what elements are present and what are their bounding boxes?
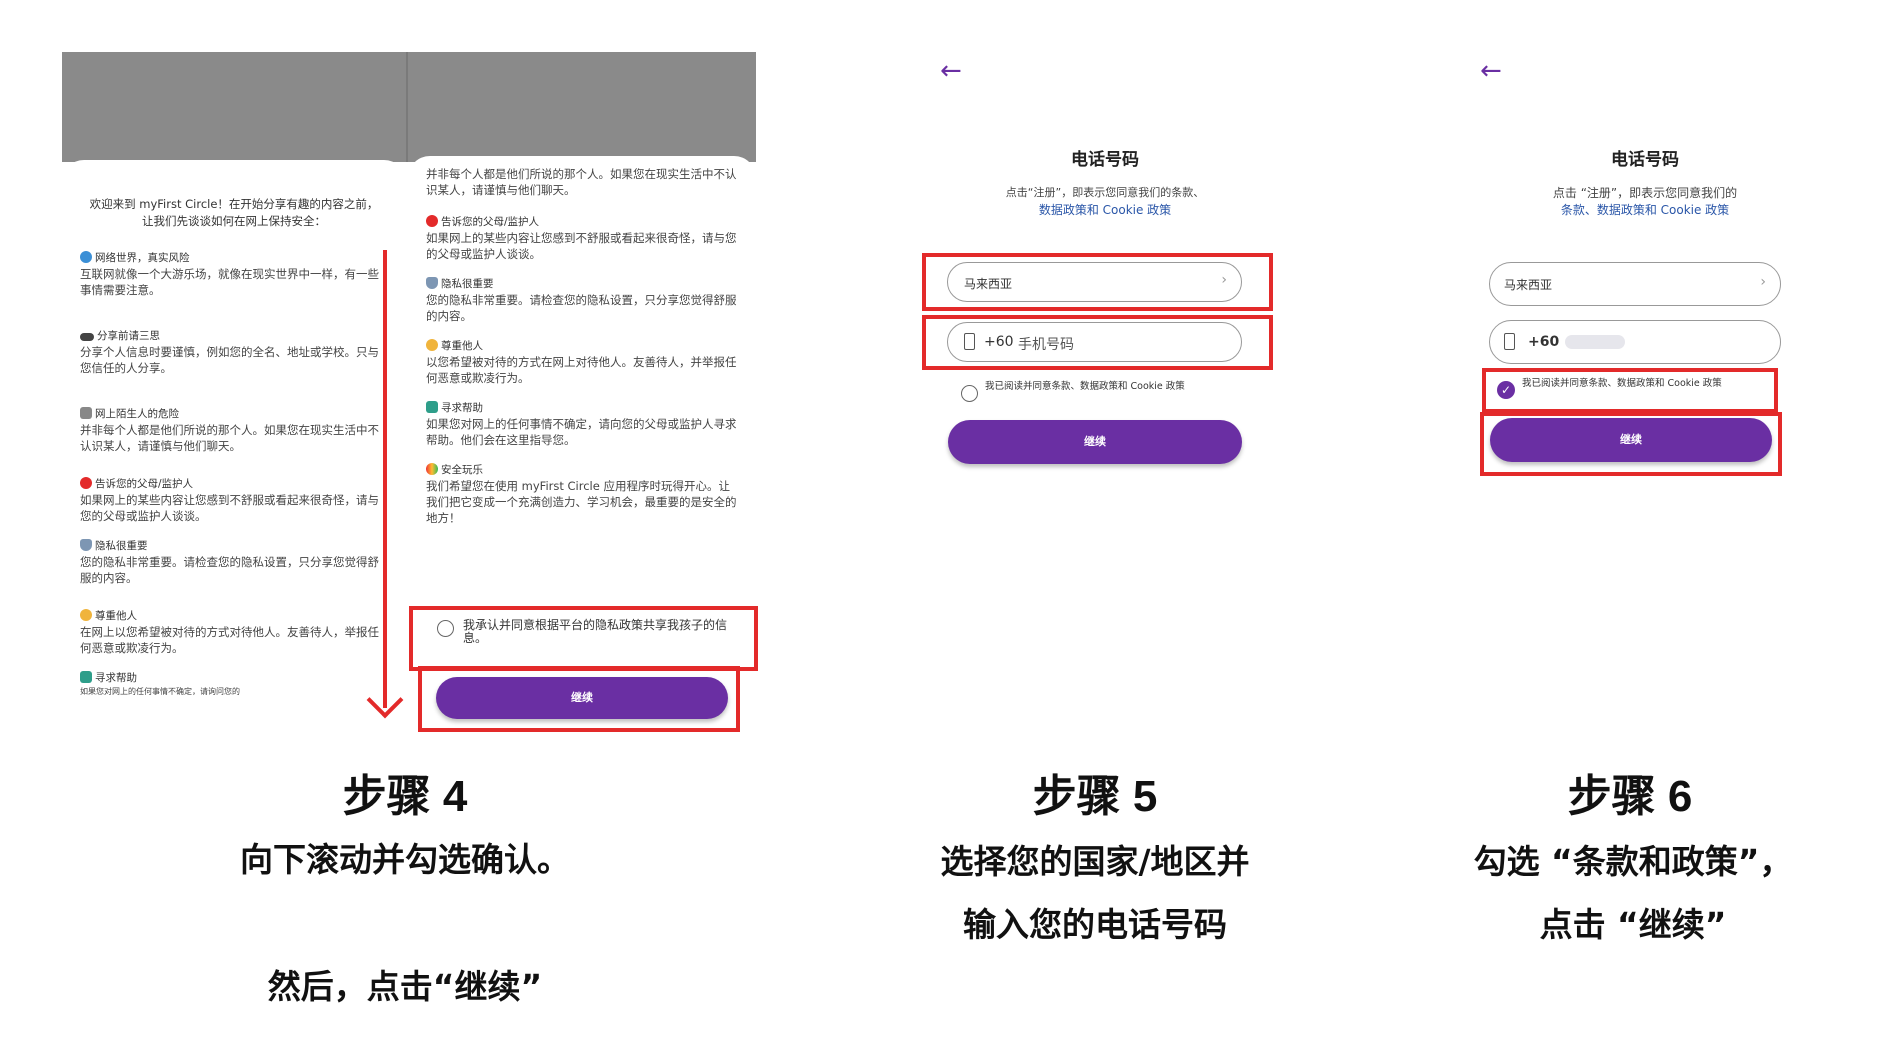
section-heading: 网络世界，真实风险 xyxy=(95,252,190,264)
red-circle-icon xyxy=(426,215,438,227)
column-divider xyxy=(406,52,408,162)
section-body: 在网上以您希望被对待的方式对待他人。友善待人，举报任何恶意或欺凌行为。 xyxy=(80,625,379,655)
section-heading: 寻求帮助 xyxy=(441,402,483,414)
phone-icon xyxy=(964,333,975,350)
redacted-number xyxy=(1565,335,1625,349)
section-heading: 隐私很重要 xyxy=(441,278,494,290)
safety-sheet-top[interactable]: 欢迎来到 myFirst Circle！在开始分享有趣的内容之前，让我们先谈谈如… xyxy=(62,160,406,742)
phone-prefix: +60 xyxy=(984,334,1014,350)
globe-icon xyxy=(80,251,92,263)
phone-input[interactable]: +60 手机号码 xyxy=(947,322,1242,362)
step5-caption-2: 输入您的电话号码 xyxy=(963,905,1227,944)
terms-link[interactable]: 条款、数据政策和 Cookie 政策 xyxy=(1460,201,1830,218)
step6-title: 步骤 6 xyxy=(1567,772,1693,821)
section-body: 您的隐私非常重要。请检查您的隐私设置，只分享您觉得舒服的内容。 xyxy=(426,293,737,323)
section-heading: 尊重他人 xyxy=(95,610,137,622)
person-icon xyxy=(80,671,92,683)
terms-text: 点击 “注册”，即表示您同意我们的 xyxy=(1552,186,1738,200)
section-get-help: 寻求帮助 如果您对网上的任何事情不确定，请向您的父母或监护人寻求帮助。他们会在这… xyxy=(426,400,738,448)
section-body: 您的隐私非常重要。请检查您的隐私设置，只分享您觉得舒服的内容。 xyxy=(80,555,379,585)
page-title: 电话号码 xyxy=(1071,150,1139,170)
phone-input[interactable]: +60 xyxy=(1489,320,1781,364)
section-body: 并非每个人都是他们所说的那个人。如果您在现实生活中不认识某人，请谨慎与他们聊天。 xyxy=(426,167,737,197)
consent-highlight xyxy=(1482,368,1778,413)
eyes-icon xyxy=(80,333,94,341)
scroll-down-arrow xyxy=(383,250,387,708)
section-body: 以您希望被对待的方式在网上对待他人。友善待人，并举报任何恶意或欺凌行为。 xyxy=(426,355,737,385)
continue-button[interactable]: 继续 xyxy=(1490,418,1772,462)
section-body: 如果您对网上的任何事情不确定，请向您的父母或监护人寻求帮助。他们会在这里指导您。 xyxy=(426,417,737,447)
section-heading: 尊重他人 xyxy=(441,340,483,352)
section-body: 如果网上的某些内容让您感到不舒服或看起来很奇怪，请与您的父母或监护人谈谈。 xyxy=(426,231,737,261)
terms-link[interactable]: 数据政策和 Cookie 政策 xyxy=(920,201,1290,218)
intro-text: 欢迎来到 myFirst Circle！在开始分享有趣的内容之前，让我们先谈谈如… xyxy=(89,197,379,228)
section-list: 网络世界，真实风险 互联网就像一个大游乐场，就像在现实世界中一样，有一些事情需要… xyxy=(80,250,388,697)
phone-placeholder: 手机号码 xyxy=(1018,337,1074,353)
person-icon xyxy=(426,401,438,413)
chevron-right-icon: › xyxy=(1221,272,1227,288)
continue-button[interactable]: 继续 xyxy=(436,677,728,719)
section-tell-parents: 告诉您的父母/监护人 如果网上的某些内容让您感到不舒服或看起来很奇怪，请与您的父… xyxy=(426,214,738,262)
section-privacy: 隐私很重要 您的隐私非常重要。请检查您的隐私设置，只分享您觉得舒服的内容。 xyxy=(80,538,388,586)
section-think: 分享前请三思 分享个人信息时要谨慎，例如您的全名、地址或学校。只与您信任的人分享… xyxy=(80,328,388,376)
phone-icon xyxy=(1504,333,1515,350)
section-heading: 告诉您的父母/监护人 xyxy=(95,478,194,490)
section-body: 并非每个人都是他们所说的那个人。如果您在现实生活中不认识某人，请谨慎与他们聊天。 xyxy=(80,423,379,453)
step5-title: 步骤 5 xyxy=(1032,772,1158,821)
shield-icon xyxy=(80,539,92,551)
consent-text: 我承认并同意根据平台的隐私政策共享我孩子的信息。 xyxy=(463,618,728,645)
section-get-help: 寻求帮助 如果您对网上的任何事情不确定，请询问您的 xyxy=(80,670,388,697)
section-heading: 分享前请三思 xyxy=(97,330,160,342)
section-heading: 寻求帮助 xyxy=(95,672,137,684)
dim-overlay xyxy=(62,52,756,162)
section-body: 如果网上的某些内容让您感到不舒服或看起来很奇怪，请与您的父母或监护人谈谈。 xyxy=(80,493,379,523)
section-play-safe: 安全玩乐 我们希望您在使用 myFirst Circle 应用程序时玩得开心。让… xyxy=(426,462,738,526)
robot-icon xyxy=(80,407,92,419)
chevron-right-icon: › xyxy=(1760,274,1766,290)
terms-text: 点击“注册”，即表示您同意我们的条款、 xyxy=(1005,186,1205,199)
section-tell-parents: 告诉您的父母/监护人 如果网上的某些内容让您感到不舒服或看起来很奇怪，请与您的父… xyxy=(80,476,388,524)
phone-prefix: +60 xyxy=(1528,334,1560,350)
consent-radio[interactable] xyxy=(961,385,978,402)
consent-text: 我已阅读并同意条款、数据政策和 Cookie 政策 xyxy=(1522,378,1722,389)
step4-title: 步骤 4 xyxy=(342,772,468,821)
country-selector[interactable]: 马来西亚 › xyxy=(947,262,1242,302)
consent-text: 我已阅读并同意条款、数据政策和 Cookie 政策 xyxy=(985,381,1185,392)
back-arrow-icon[interactable]: ← xyxy=(940,58,962,84)
section-body: 如果您对网上的任何事情不确定，请询问您的 xyxy=(80,687,240,696)
shield-icon xyxy=(426,277,438,289)
section-heading: 安全玩乐 xyxy=(441,464,483,476)
step6-caption-2: 点击 “继续” xyxy=(1539,905,1727,944)
country-value: 马来西亚 xyxy=(964,277,1013,291)
step5-caption: 选择您的国家/地区并 xyxy=(940,842,1250,881)
section-respect: 尊重他人 在网上以您希望被对待的方式对待他人。友善待人，举报任何恶意或欺凌行为。 xyxy=(80,608,388,656)
back-arrow-icon[interactable]: ← xyxy=(1480,58,1502,84)
country-selector[interactable]: 马来西亚 › xyxy=(1489,262,1781,306)
section-respect: 尊重他人 以您希望被对待的方式在网上对待他人。友善待人，并举报任何恶意或欺凌行为… xyxy=(426,338,738,386)
section-strangers: 网上陌生人的危险 并非每个人都是他们所说的那个人。如果您在现实生活中不认识某人，… xyxy=(80,406,388,454)
page-title: 电话号码 xyxy=(1611,150,1679,170)
checkmark-icon[interactable]: ✓ xyxy=(1497,381,1515,399)
country-value: 马来西亚 xyxy=(1504,278,1553,292)
section-body: 我们希望您在使用 myFirst Circle 应用程序时玩得开心。让我们把它变… xyxy=(426,479,737,525)
section-online-risk: 网络世界，真实风险 互联网就像一个大游乐场，就像在现实世界中一样，有一些事情需要… xyxy=(80,250,388,298)
handshake-icon xyxy=(426,339,438,351)
red-circle-icon xyxy=(80,477,92,489)
step6-caption: 勾选 “条款和政策”， xyxy=(1473,842,1793,881)
step4-caption-2: 然后，点击“继续” xyxy=(267,967,543,1006)
section-body: 互联网就像一个大游乐场，就像在现实世界中一样，有一些事情需要注意。 xyxy=(80,267,379,297)
section-heading: 隐私很重要 xyxy=(95,540,148,552)
continue-button[interactable]: 继续 xyxy=(948,420,1242,464)
rainbow-icon xyxy=(426,463,438,475)
handshake-icon xyxy=(80,609,92,621)
step4-caption: 向下滚动并勾选确认。 xyxy=(240,840,570,879)
section-heading: 网上陌生人的危险 xyxy=(95,408,179,420)
section-privacy: 隐私很重要 您的隐私非常重要。请检查您的隐私设置，只分享您觉得舒服的内容。 xyxy=(426,276,738,324)
section-heading: 告诉您的父母/监护人 xyxy=(441,216,540,228)
consent-radio[interactable] xyxy=(437,620,454,637)
section-body: 分享个人信息时要谨慎，例如您的全名、地址或学校。只与您信任的人分享。 xyxy=(80,345,379,375)
